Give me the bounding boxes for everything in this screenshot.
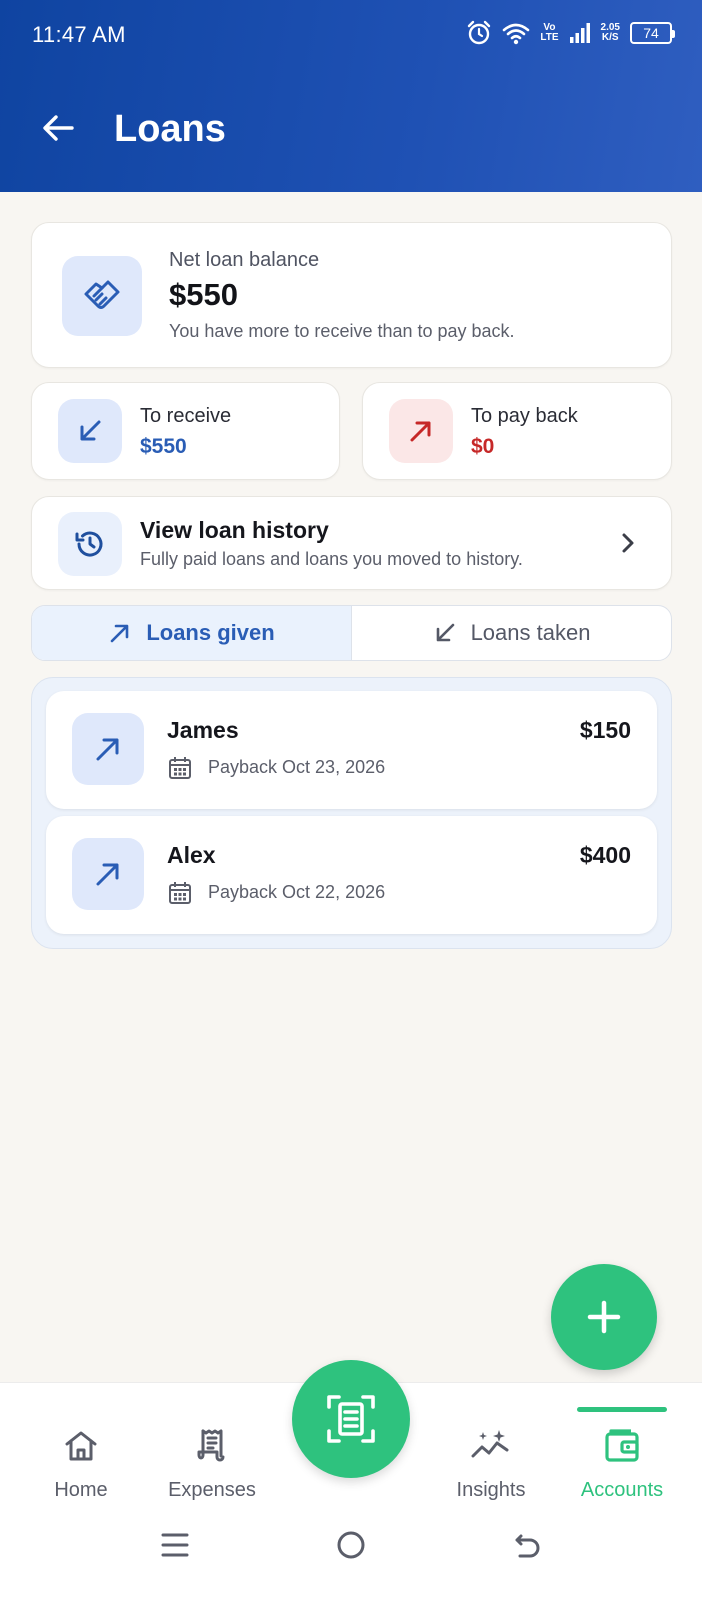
loan-amount: $150: [579, 717, 631, 743]
to-receive-card[interactable]: To receive $550: [31, 382, 340, 480]
to-receive-label: To receive: [140, 405, 232, 427]
nav-accounts-label: Accounts: [580, 1479, 664, 1501]
loan-history-title: View loan history: [140, 517, 329, 543]
menu-icon[interactable]: [160, 1530, 190, 1560]
nav-expenses-label: Expenses: [168, 1479, 256, 1501]
nav-expenses[interactable]: Expenses: [142, 1383, 282, 1502]
network-speed: 2.05 K/S: [601, 23, 620, 43]
tab-loans-taken[interactable]: Loans taken: [352, 606, 671, 660]
nav-insights[interactable]: Insights: [421, 1383, 561, 1502]
network-speed-unit: K/S: [601, 32, 619, 43]
back-button[interactable]: [40, 110, 76, 151]
loan-icon-tile: [72, 713, 144, 785]
arrow-up-right-icon: [96, 863, 119, 886]
back-system-icon[interactable]: [512, 1530, 542, 1560]
calendar-icon: [169, 882, 191, 904]
wifi-icon: [503, 23, 530, 45]
app-header: 11:47 AM Vo LTE 2.05 K/S 74 Loans: [0, 0, 702, 192]
arrow-left-icon: [43, 115, 74, 141]
loan-name: Alex: [167, 842, 216, 868]
to-pay-back-card[interactable]: To pay back $0: [362, 382, 672, 480]
handshake-icon: [84, 280, 120, 309]
tab-loans-taken-label: Loans taken: [470, 620, 591, 645]
loan-name: James: [167, 717, 239, 743]
loans-list: James $150 Payback Oct 23, 2026 Alex $40…: [31, 677, 672, 949]
net-balance-caption: You have more to receive than to pay bac…: [169, 321, 515, 341]
calendar-icon: [169, 757, 191, 779]
loans-tab-switcher: Loans given Loans taken: [31, 605, 672, 661]
wallet-icon: [605, 1429, 639, 1462]
volte-indicator: Vo LTE: [540, 23, 558, 43]
scan-receipt-button[interactable]: [292, 1360, 410, 1478]
system-navigation-bar: [0, 1530, 702, 1590]
chevron-right-icon: [619, 530, 637, 561]
nav-home[interactable]: Home: [11, 1383, 151, 1502]
status-time: 11:47 AM: [32, 22, 126, 47]
loan-payback-date: Payback Oct 22, 2026: [208, 882, 386, 902]
alarm-icon: [468, 20, 491, 45]
list-item[interactable]: James $150 Payback Oct 23, 2026: [46, 691, 657, 809]
net-balance-value: $550: [169, 277, 238, 312]
history-icon: [75, 531, 103, 557]
list-item[interactable]: Alex $400 Payback Oct 22, 2026: [46, 816, 657, 934]
tab-loans-given[interactable]: Loans given: [32, 606, 352, 660]
loan-payback-date: Payback Oct 23, 2026: [208, 757, 386, 777]
nav-home-label: Home: [54, 1479, 108, 1501]
history-icon-tile: [58, 512, 122, 576]
home-circle-icon[interactable]: [336, 1530, 366, 1560]
signal-icon: [569, 23, 590, 43]
battery-indicator: 74: [630, 22, 675, 44]
battery-level: 74: [643, 25, 659, 41]
volte-bottom-text: LTE: [540, 32, 559, 43]
nav-accounts[interactable]: Accounts: [552, 1383, 692, 1502]
home-icon: [65, 1431, 97, 1461]
insights-sparkle-icon: [471, 1430, 509, 1458]
page-title: Loans: [114, 108, 226, 150]
loan-amount: $400: [579, 842, 631, 868]
arrow-up-right-icon: [410, 421, 431, 442]
net-balance-label: Net loan balance: [169, 249, 320, 271]
to-receive-value: $550: [140, 435, 187, 458]
tab-loans-given-label: Loans given: [146, 620, 275, 645]
arrow-down-left-icon: [80, 420, 101, 441]
arrow-up-right-icon: [96, 738, 119, 761]
arrow-down-left-icon: [436, 623, 454, 642]
plus-icon: [587, 1300, 621, 1334]
loan-history-subtitle: Fully paid loans and loans you moved to …: [140, 549, 523, 569]
receipt-icon: [197, 1429, 225, 1462]
add-loan-button[interactable]: [551, 1264, 657, 1370]
to-pay-back-label: To pay back: [471, 405, 578, 427]
arrow-up-right-icon: [111, 624, 129, 643]
nav-insights-label: Insights: [456, 1479, 526, 1501]
scan-receipt-icon: [327, 1395, 375, 1443]
to-pay-back-icon-tile: [389, 399, 453, 463]
loan-history-card[interactable]: View loan history Fully paid loans and l…: [31, 496, 672, 590]
status-icons: Vo LTE 2.05 K/S 74: [466, 20, 675, 46]
net-balance-icon-tile: [62, 256, 142, 336]
to-pay-back-value: $0: [471, 435, 495, 458]
loan-icon-tile: [72, 838, 144, 910]
to-receive-icon-tile: [58, 399, 122, 463]
net-balance-card: Net loan balance $550 You have more to r…: [31, 222, 672, 368]
